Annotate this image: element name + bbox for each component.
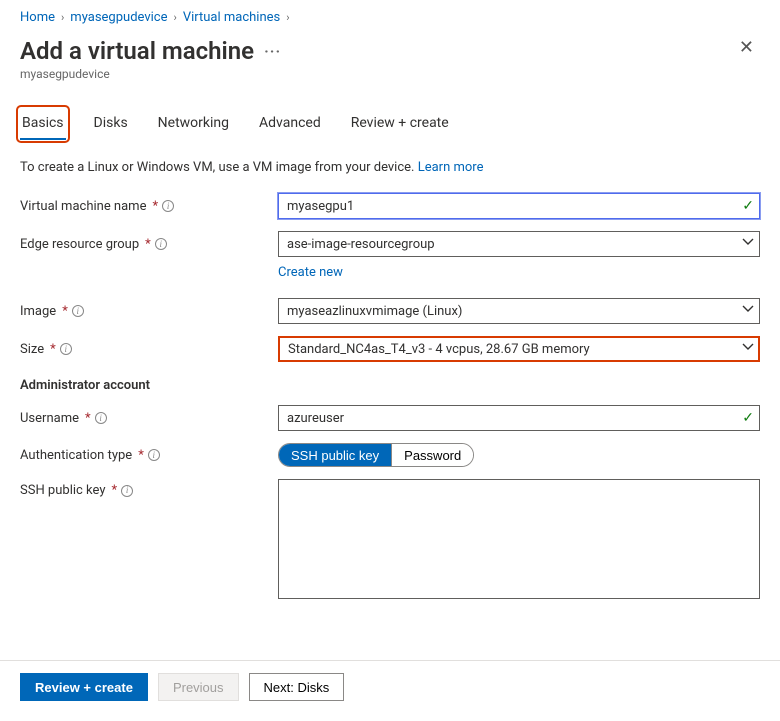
breadcrumb-device[interactable]: myasegpudevice — [70, 10, 167, 25]
check-icon: ✓ — [742, 198, 754, 214]
vm-name-input[interactable] — [278, 193, 760, 219]
label-auth-type: Authentication type* i — [20, 448, 278, 463]
chevron-right-icon: › — [286, 11, 289, 24]
tab-basics[interactable]: Basics — [20, 109, 66, 139]
breadcrumb: Home › myasegpudevice › Virtual machines… — [20, 10, 760, 25]
auth-ssh-option[interactable]: SSH public key — [279, 444, 391, 466]
create-new-rg-link[interactable]: Create new — [278, 265, 343, 280]
resource-group-select[interactable]: ase-image-resourcegroup — [278, 231, 760, 257]
page-title: Add a virtual machine ··· — [20, 37, 281, 65]
footer-actions: Review + create Previous Next: Disks — [0, 660, 780, 713]
info-icon[interactable]: i — [72, 305, 84, 317]
learn-more-link[interactable]: Learn more — [418, 160, 484, 175]
info-icon[interactable]: i — [95, 412, 107, 424]
info-icon[interactable]: i — [121, 485, 133, 497]
tab-review-create[interactable]: Review + create — [349, 109, 451, 139]
breadcrumb-vms[interactable]: Virtual machines — [183, 10, 280, 25]
close-button[interactable]: ✕ — [733, 33, 760, 62]
tab-disks[interactable]: Disks — [92, 109, 130, 139]
page-subtitle: myasegpudevice — [20, 67, 281, 81]
more-actions-icon[interactable]: ··· — [264, 42, 281, 61]
size-select[interactable]: Standard_NC4as_T4_v3 - 4 vcpus, 28.67 GB… — [278, 336, 760, 362]
label-image: Image* i — [20, 304, 278, 319]
previous-button: Previous — [158, 673, 239, 701]
info-icon[interactable]: i — [148, 449, 160, 461]
username-input[interactable] — [278, 405, 760, 431]
close-icon: ✕ — [739, 37, 754, 57]
label-ssh-key: SSH public key* i — [20, 479, 278, 498]
chevron-right-icon: › — [61, 11, 64, 24]
info-icon[interactable]: i — [155, 238, 167, 250]
tab-networking[interactable]: Networking — [156, 109, 231, 139]
info-icon[interactable]: i — [162, 200, 174, 212]
label-vm-name: Virtual machine name* i — [20, 199, 278, 214]
label-username: Username* i — [20, 411, 278, 426]
section-administrator-account: Administrator account — [20, 378, 760, 393]
auth-type-toggle: SSH public key Password — [278, 443, 474, 467]
label-size: Size* i — [20, 342, 278, 357]
ssh-key-textarea[interactable] — [278, 479, 760, 599]
next-button[interactable]: Next: Disks — [249, 673, 345, 701]
tab-advanced[interactable]: Advanced — [257, 109, 323, 139]
label-resource-group: Edge resource group* i — [20, 237, 278, 252]
breadcrumb-home[interactable]: Home — [20, 10, 55, 25]
check-icon: ✓ — [742, 410, 754, 426]
chevron-right-icon: › — [174, 11, 177, 24]
intro-text: To create a Linux or Windows VM, use a V… — [20, 160, 760, 175]
tabs: Basics Disks Networking Advanced Review … — [20, 109, 760, 140]
info-icon[interactable]: i — [60, 343, 72, 355]
review-create-button[interactable]: Review + create — [20, 673, 148, 701]
auth-password-option[interactable]: Password — [391, 444, 473, 466]
image-select[interactable]: myaseazlinuxvmimage (Linux) — [278, 298, 760, 324]
